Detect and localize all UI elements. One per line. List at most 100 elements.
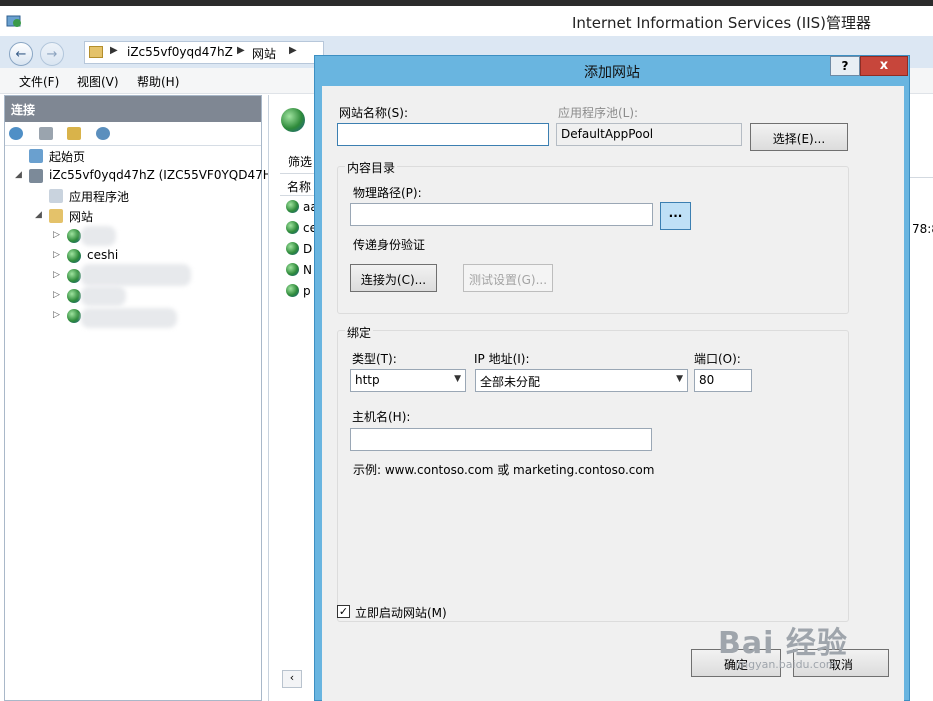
expand-icon: ▷ xyxy=(53,290,60,300)
forward-button[interactable]: → xyxy=(40,42,64,66)
list-item-label: D xyxy=(303,242,313,256)
ip-address-label: IP 地址(I): xyxy=(474,352,530,366)
list-item-label: N xyxy=(303,263,312,277)
chevron-left-icon: ‹ xyxy=(289,671,295,684)
address-box[interactable]: ▶ iZc55vf0yqd47hZ ▶ 网站 ▶ xyxy=(84,41,324,64)
connections-pane: 连接 起始页 ◢ iZc55vf0yqd47hZ (IZC55VF0YQD47H… xyxy=(4,95,280,701)
back-button[interactable]: ← xyxy=(9,42,33,66)
menu-help[interactable]: 帮助(H) xyxy=(137,73,179,90)
pass-through-auth-label: 传递身份验证 xyxy=(353,238,426,252)
globe-icon xyxy=(67,289,81,303)
hostname-input[interactable] xyxy=(350,428,652,451)
breadcrumb-sites[interactable]: 网站 xyxy=(252,45,276,62)
expand-icon: ▷ xyxy=(53,230,60,240)
expand-icon: ▷ xyxy=(53,270,60,280)
blurred-label xyxy=(81,286,126,306)
list-item[interactable]: p xyxy=(286,284,311,298)
expand-icon: ▷ xyxy=(53,250,60,260)
connections-toolbar xyxy=(5,122,261,146)
watermark-url: jingyan.baidu.com xyxy=(735,658,837,671)
tree-label: ceshi xyxy=(87,248,119,262)
right-pane-clipped-text: 78:8 xyxy=(912,222,933,236)
chevron-down-icon: ▼ xyxy=(454,374,461,384)
hostname-label: 主机名(H): xyxy=(352,410,411,424)
help-button[interactable]: ? xyxy=(830,56,860,76)
server-icon xyxy=(29,169,43,183)
globe-icon xyxy=(286,263,299,276)
collapse-icon: ◢ xyxy=(15,170,22,180)
globe-icon xyxy=(286,221,299,234)
sites-folder-icon xyxy=(49,209,63,223)
chevron-right-icon: ▶ xyxy=(289,45,297,56)
sites-header-globe-icon xyxy=(281,108,305,132)
port-label: 端口(O): xyxy=(694,352,741,366)
chevron-down-icon: ▼ xyxy=(676,374,683,384)
forward-arrow-icon: → xyxy=(46,46,58,62)
tree-label: 网站 xyxy=(69,210,94,224)
breadcrumb-server[interactable]: iZc55vf0yqd47hZ xyxy=(127,45,233,59)
ip-address-select[interactable]: 全部未分配 ▼ xyxy=(475,369,688,392)
folder-icon xyxy=(89,46,103,58)
browse-button[interactable]: ... xyxy=(660,202,691,230)
globe-icon xyxy=(67,309,81,323)
test-settings-button: 测试设置(G)... xyxy=(463,264,553,292)
app-pool-icon xyxy=(49,189,63,203)
dialog-body: 网站名称(S): 应用程序池(L): DefaultAppPool 选择(E).… xyxy=(322,86,904,701)
site-name-input[interactable] xyxy=(337,123,549,146)
list-item[interactable]: D xyxy=(286,242,312,256)
expand-icon: ▷ xyxy=(53,310,60,320)
content-directory-label: 内容目录 xyxy=(345,159,398,176)
dialog-title: 添加网站 xyxy=(584,65,640,81)
connections-header: 连接 xyxy=(5,96,261,122)
window-title: Internet Information Services (IIS)管理器 xyxy=(572,14,872,32)
physical-path-label: 物理路径(P): xyxy=(353,186,422,200)
list-item[interactable]: N xyxy=(286,263,312,277)
globe-icon xyxy=(67,269,81,283)
blurred-label xyxy=(81,226,116,246)
globe-icon xyxy=(286,200,299,213)
blurred-label xyxy=(81,308,177,328)
up-folder-icon[interactable] xyxy=(67,127,81,140)
chevron-right-icon: ▶ xyxy=(237,45,245,56)
tree-label: 起始页 xyxy=(49,150,86,164)
type-label: 类型(T): xyxy=(352,352,397,366)
list-item[interactable]: ce xyxy=(286,221,317,235)
hostname-example-text: 示例: www.contoso.com 或 marketing.contoso.… xyxy=(353,463,655,477)
app-pool-label: 应用程序池(L): xyxy=(558,106,639,120)
watermark-logo: Bai 经验 xyxy=(718,626,848,661)
type-select-value: http xyxy=(355,373,380,387)
title-bar: Internet Information Services (IIS)管理器 xyxy=(0,6,933,36)
blurred-label xyxy=(81,264,191,286)
connect-as-button[interactable]: 连接为(C)... xyxy=(350,264,437,292)
connect-icon[interactable] xyxy=(9,127,23,140)
scroll-left-button[interactable]: ‹ xyxy=(282,670,302,688)
iis-app-icon xyxy=(6,14,22,28)
globe-icon xyxy=(286,242,299,255)
back-arrow-icon: ← xyxy=(15,46,27,62)
app-pool-field: DefaultAppPool xyxy=(556,123,742,146)
save-icon[interactable] xyxy=(39,127,53,140)
start-immediately-label: 立即启动网站(M) xyxy=(355,606,447,620)
ip-address-select-value: 全部未分配 xyxy=(480,375,541,389)
disconnect-icon[interactable] xyxy=(96,127,110,140)
menu-file[interactable]: 文件(F) xyxy=(19,73,59,90)
close-button[interactable]: x xyxy=(860,56,908,76)
tree-label: iZc55vf0yqd47hZ (IZC55VF0YQD47HZ xyxy=(49,168,280,182)
tree-label: 应用程序池 xyxy=(69,190,130,204)
physical-path-input[interactable] xyxy=(350,203,653,226)
select-app-pool-button[interactable]: 选择(E)... xyxy=(750,123,848,151)
globe-icon xyxy=(286,284,299,297)
collapse-icon: ◢ xyxy=(35,210,42,220)
menu-view[interactable]: 视图(V) xyxy=(77,73,119,90)
globe-icon xyxy=(67,229,81,243)
chevron-right-icon: ▶ xyxy=(110,45,118,56)
add-website-dialog: 添加网站 ? x 网站名称(S): 应用程序池(L): DefaultAppPo… xyxy=(314,55,910,701)
list-item[interactable]: aa xyxy=(286,200,318,214)
globe-icon xyxy=(67,249,81,263)
column-divider xyxy=(910,177,933,178)
start-immediately-checkbox[interactable]: ✓ xyxy=(337,605,350,618)
type-select[interactable]: http ▼ xyxy=(350,369,466,392)
port-input[interactable]: 80 xyxy=(694,369,752,392)
start-page-icon xyxy=(29,149,43,163)
site-name-label: 网站名称(S): xyxy=(339,106,409,120)
